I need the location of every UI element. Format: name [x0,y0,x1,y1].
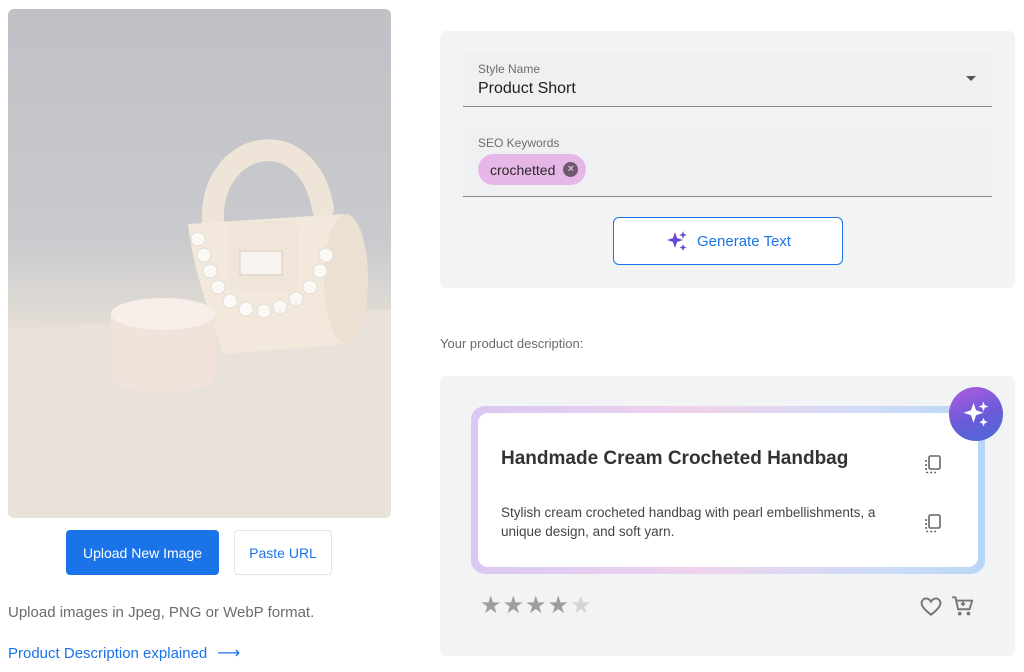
product-description: Stylish cream crocheted handbag with pea… [501,505,876,539]
cart-icon[interactable] [950,593,976,619]
keyword-chip-label: crochetted [490,161,556,178]
star-icon[interactable]: ★ [525,593,547,619]
product-actions [918,593,976,619]
star-icon[interactable]: ★ [548,593,570,619]
star-icon[interactable]: ★ [503,593,525,619]
copy-icon[interactable] [923,453,945,475]
result-card-glow: Handmade Cream Crocheted Handbag Stylish… [471,406,985,574]
star-icon[interactable]: ★ [570,593,592,619]
product-image [8,9,391,518]
ai-sparkle-badge [949,387,1003,441]
link-label: Product Description explained [8,644,208,662]
seo-keywords-label: SEO Keywords [478,136,560,150]
star-rating[interactable]: ★ ★ ★ ★ ★ [480,593,592,619]
product-title: Handmade Cream Crocheted Handbag [501,448,849,469]
style-form-panel: Style Name Product Short SEO Keywords cr… [440,31,1015,288]
copy-icon[interactable] [923,512,945,534]
result-heading: Your product description: [440,336,584,351]
star-icon[interactable]: ★ [480,593,502,619]
sparkle-icon [667,231,688,251]
generate-text-button[interactable]: Generate Text [613,217,843,265]
style-name-label: Style Name [478,62,541,76]
paste-url-button[interactable]: Paste URL [234,530,332,575]
heart-icon[interactable] [918,593,944,619]
keyword-chip[interactable]: crochetted × [478,154,587,185]
arrow-right-icon: ⟶ [217,645,241,662]
result-card: Handmade Cream Crocheted Handbag Stylish… [478,413,978,567]
style-name-value: Product Short [478,80,576,97]
dropdown-caret-icon[interactable] [966,76,976,81]
chip-remove-icon[interactable]: × [563,162,579,177]
upload-format-hint: Upload images in Jpeg, PNG or WebP forma… [8,604,315,621]
style-name-select[interactable]: Style Name Product Short [463,54,992,107]
seo-keywords-field[interactable]: SEO Keywords crochetted × [463,128,992,197]
sparkle-icon [963,401,989,427]
product-description-explained-link[interactable]: Product Description explained ⟶ [8,643,240,663]
upload-new-image-button[interactable]: Upload New Image [66,530,219,575]
generate-text-label: Generate Text [697,232,791,250]
